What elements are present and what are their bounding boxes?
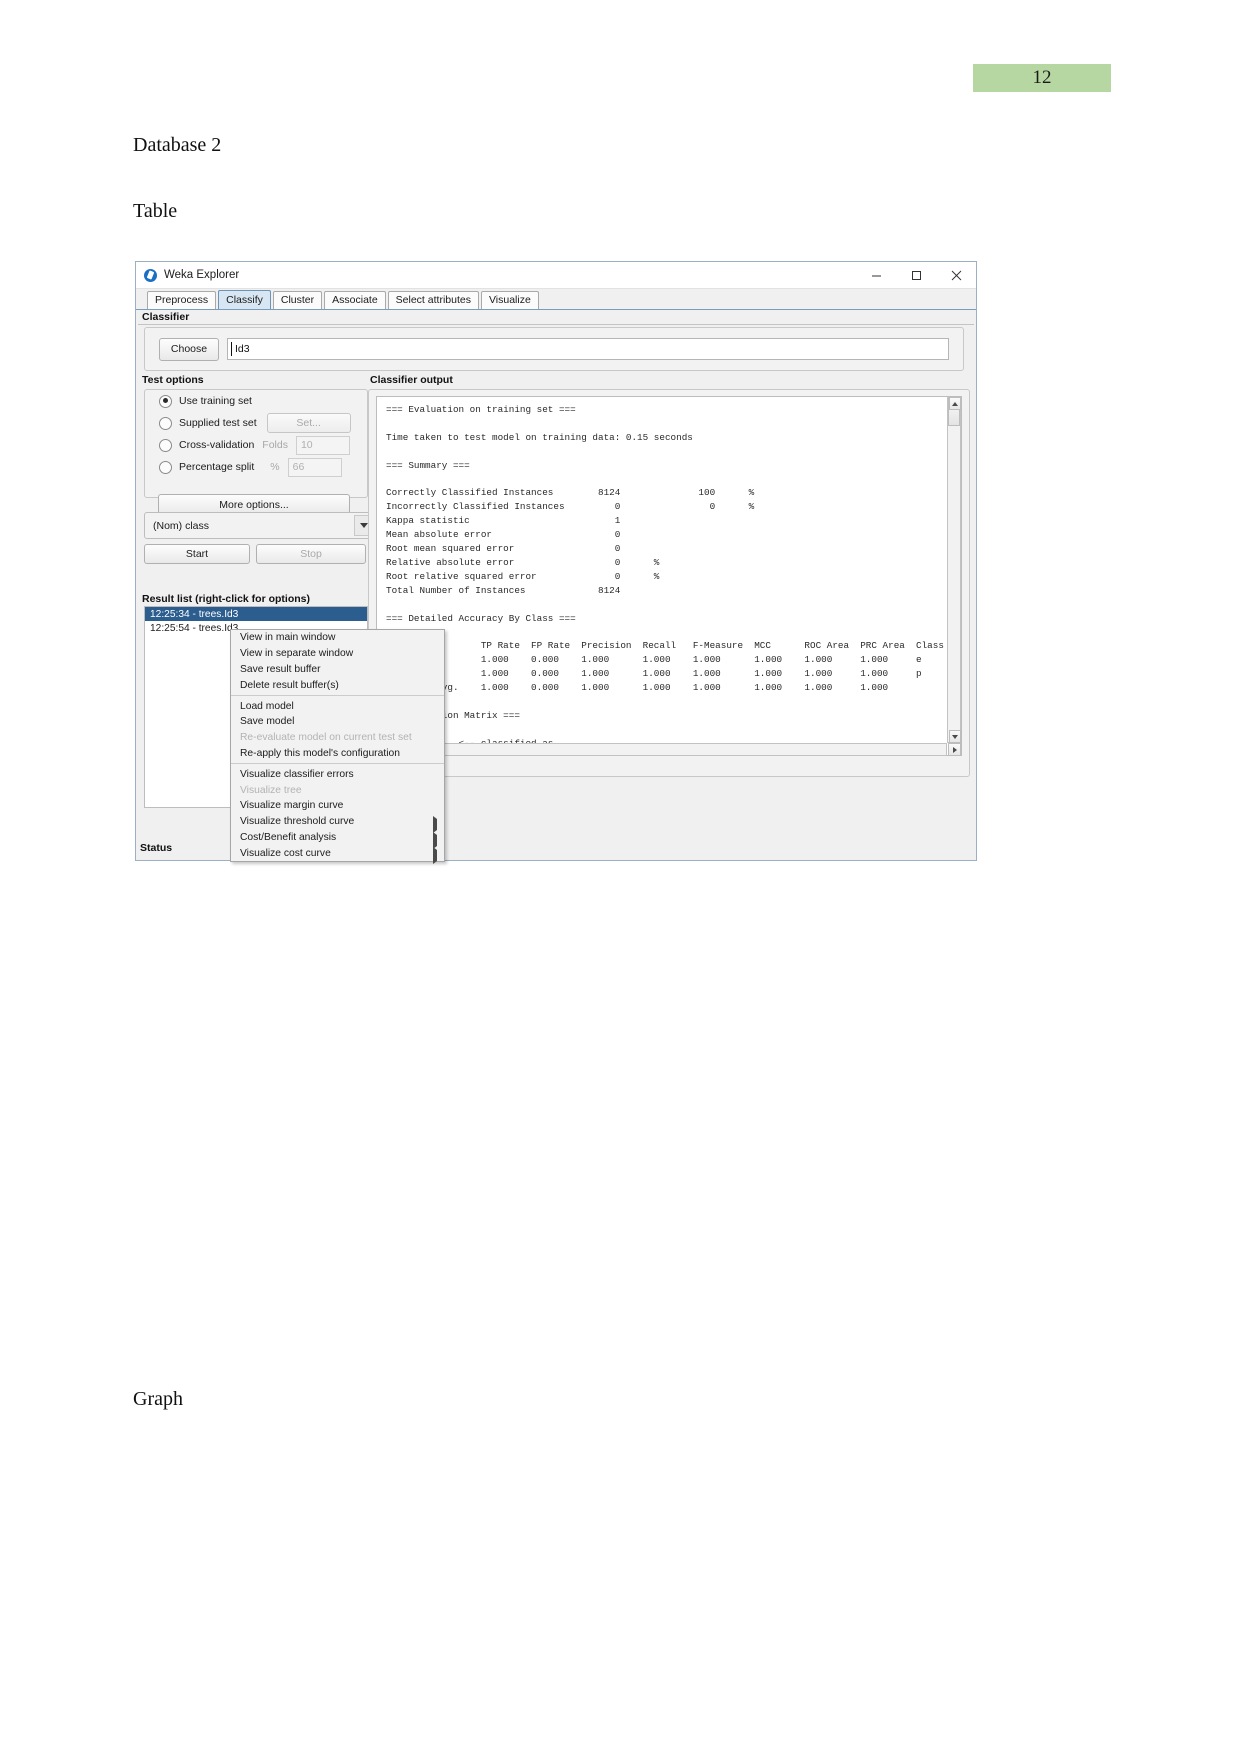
option-percentage-split[interactable]: Percentage split % 66 — [145, 456, 367, 478]
option-label-percentage-split: Percentage split — [179, 461, 255, 473]
heading-database: Database 2 — [133, 134, 222, 156]
option-label-supplied-test-set: Supplied test set — [179, 417, 257, 429]
menu-item-re-evaluate-model: Re-evaluate model on current test set — [240, 732, 412, 744]
stop-button: Stop — [256, 544, 366, 564]
menu-item-visualize-threshold-curve[interactable]: Visualize threshold curve — [231, 814, 444, 833]
folds-label: Folds — [262, 439, 288, 451]
tab-select-attributes[interactable]: Select attributes — [387, 291, 479, 309]
result-list-item-0[interactable]: 12:25:34 - trees.Id3 — [145, 607, 367, 621]
option-label-cross-validation: Cross-validation — [179, 439, 255, 451]
maximize-icon[interactable] — [896, 262, 936, 288]
vertical-scrollbar[interactable] — [947, 397, 961, 743]
context-menu-group-visualize: Visualize classifier errors Visualize tr… — [231, 766, 444, 865]
menu-item-visualize-tree: Visualize tree — [240, 784, 302, 796]
classifier-name-field[interactable]: Id3 — [227, 338, 949, 360]
chevron-right-icon — [433, 815, 437, 833]
classifier-chooser-panel: Choose Id3 — [144, 327, 964, 371]
classifier-name-value: Id3 — [235, 343, 250, 355]
folds-input[interactable]: 10 — [295, 435, 350, 455]
result-list-label: Result list (right-click for options) — [142, 593, 311, 605]
menu-item-cost-benefit-analysis-label: Cost/Benefit analysis — [240, 831, 337, 843]
class-attribute-selector[interactable]: (Nom) class — [144, 512, 376, 539]
tab-associate[interactable]: Associate — [324, 291, 386, 309]
classifier-output-label: Classifier output — [370, 374, 453, 386]
heading-graph: Graph — [133, 1388, 183, 1410]
scroll-down-icon[interactable] — [949, 730, 961, 743]
heading-table: Table — [133, 200, 178, 222]
close-icon[interactable] — [936, 262, 976, 288]
radio-percentage-split[interactable] — [159, 460, 172, 474]
menu-item-re-apply-configuration[interactable]: Re-apply this model's configuration — [231, 746, 444, 762]
start-button[interactable]: Start — [144, 544, 251, 564]
menu-item-delete-result-buffer[interactable]: Delete result buffer(s) — [231, 677, 444, 693]
choose-button[interactable]: Choose — [159, 337, 219, 361]
chevron-right-icon — [433, 847, 437, 865]
run-controls: Start Stop — [144, 544, 366, 564]
weka-bird-icon — [144, 268, 157, 282]
tab-preprocess[interactable]: Preprocess — [147, 291, 217, 309]
classifier-section-label: Classifier — [142, 311, 190, 323]
menu-item-load-model[interactable]: Load model — [231, 698, 444, 714]
test-options-label: Test options — [142, 374, 204, 386]
percent-input[interactable]: 66 — [287, 457, 342, 477]
menu-item-visualize-classifier-errors[interactable]: Visualize classifier errors — [231, 766, 444, 782]
tab-cluster[interactable]: Cluster — [272, 291, 323, 309]
result-list-context-menu[interactable]: View in main window View in separate win… — [230, 629, 445, 865]
classifier-output-text: === Evaluation on training set === Time … — [376, 396, 962, 756]
radio-supplied-test-set[interactable] — [159, 416, 172, 430]
menu-item-cost-benefit-analysis[interactable]: Cost/Benefit analysis — [231, 830, 444, 849]
context-menu-group-view: View in main window View in separate win… — [231, 630, 444, 693]
option-supplied-test-set[interactable]: Supplied test set Set... — [145, 412, 367, 434]
page-number-badge: 12 — [973, 64, 1111, 92]
context-menu-separator-1 — [231, 695, 444, 697]
menu-item-visualize-threshold-curve-label: Visualize threshold curve — [240, 816, 355, 828]
radio-use-training-set[interactable] — [159, 394, 172, 408]
set-button[interactable]: Set... — [266, 413, 351, 433]
scroll-right-icon[interactable] — [948, 743, 961, 756]
text-caret — [231, 342, 232, 356]
menu-item-view-in-main-window[interactable]: View in main window — [231, 630, 444, 646]
window-title: Weka Explorer — [164, 269, 240, 281]
tab-visualize[interactable]: Visualize — [480, 291, 539, 309]
chevron-right-icon — [433, 831, 437, 849]
radio-cross-validation[interactable] — [159, 438, 172, 452]
menu-item-save-model[interactable]: Save model — [231, 714, 444, 730]
option-use-training-set[interactable]: Use training set — [145, 390, 367, 412]
menu-item-view-in-separate-window[interactable]: View in separate window — [231, 646, 444, 662]
percent-label: % — [270, 461, 280, 473]
menu-item-visualize-cost-curve-label: Visualize cost curve — [240, 847, 331, 859]
minimize-icon[interactable] — [856, 262, 896, 288]
context-menu-group-model: Load model Save model Re-evaluate model … — [231, 698, 444, 761]
context-menu-separator-2 — [231, 763, 444, 765]
menu-item-save-result-buffer[interactable]: Save result buffer — [231, 662, 444, 678]
horizontal-scrollbar[interactable] — [377, 743, 947, 756]
menu-item-visualize-cost-curve[interactable]: Visualize cost curve — [231, 845, 444, 865]
tab-classify[interactable]: Classify — [218, 290, 271, 309]
test-options-panel: Use training set Supplied test set Set..… — [144, 389, 368, 498]
classifier-output-panel: === Evaluation on training set === Time … — [368, 389, 970, 777]
scroll-up-icon[interactable] — [949, 397, 961, 410]
window-titlebar: Weka Explorer — [136, 262, 976, 289]
window-controls — [856, 262, 976, 288]
menu-item-visualize-margin-curve[interactable]: Visualize margin curve — [231, 798, 444, 814]
main-tabbar: Preprocess Classify Cluster Associate Se… — [136, 289, 976, 310]
page-number: 12 — [1032, 67, 1052, 88]
class-attribute-value: (Nom) class — [153, 519, 210, 532]
classifier-section-header: Classifier — [138, 311, 974, 325]
option-label-use-training-set: Use training set — [179, 395, 252, 407]
option-cross-validation[interactable]: Cross-validation Folds 10 — [145, 434, 367, 456]
